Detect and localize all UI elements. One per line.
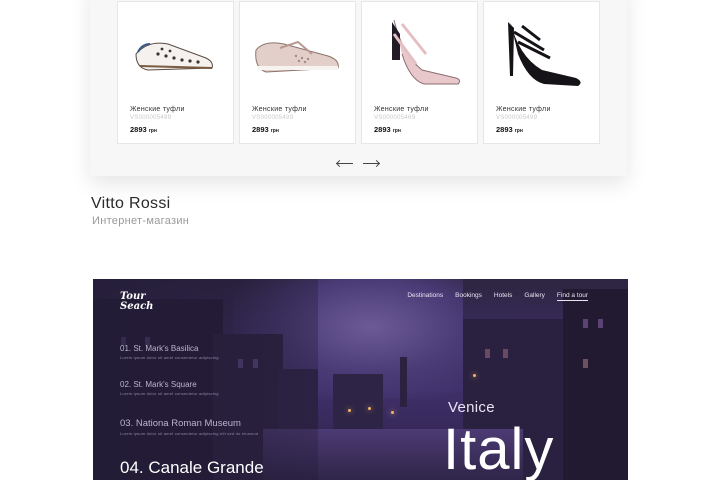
sight-item[interactable]: 03. Nationa Roman Museum Lorem ipsum dol… [120,418,258,436]
product-name: Женские туфли [496,106,551,113]
street-lamp [348,409,351,412]
top-nav: Destinations Bookings Hotels Gallery Fin… [407,292,588,301]
sight-label: 02. St. Mark's Square [120,380,197,389]
sight-desc: Lorem ipsum dolor sit amet consectetur a… [120,391,219,396]
tour-search-logo[interactable]: Tour Seach [120,292,153,312]
shop-preview-panel: Женские туфли VS000005499 2893 грн Женски… [90,0,627,176]
product-card[interactable]: Женские туфли VS000005499 2893 грн [483,1,600,144]
arrow-left-icon[interactable] [337,159,353,167]
product-card[interactable]: Женские туфли VS000005499 2893 грн [117,1,234,144]
heel-shoe-black-icon [508,20,581,86]
sight-label: 01. St. Mark's Basilica [120,344,199,353]
sight-desc: Lorem ipsum dolor sit amet consectetur a… [120,431,259,436]
window [583,359,588,368]
country-name: Italy [443,417,555,480]
flat-shoe-white-icon [135,42,213,71]
bell-tower [400,357,407,407]
logo-line2: Seach [120,301,154,312]
window [503,349,508,358]
street-lamp [473,374,476,377]
sight-item[interactable]: 02. St. Mark's Square Lorem ipsum dolor … [120,380,219,396]
carousel-arrows [337,159,379,167]
nav-hotels[interactable]: Hotels [494,292,512,301]
window [598,319,603,328]
product-sku: VS000005499 [496,115,538,121]
product-card[interactable]: Женские туфли VS000005469 2893 грн [361,1,478,144]
product-name: Женские туфли [252,106,307,113]
project-subtitle: Интернет-магазин [92,215,190,227]
sight-item-active[interactable]: 04. Canale Grande [120,458,264,478]
street-lamp [368,407,371,410]
arrow-right-icon[interactable] [363,159,379,167]
product-price: 2893 грн [130,125,157,134]
window [583,319,588,328]
sight-label: 04. Canale Grande [120,458,264,477]
project-title: Vitto Rossi [91,195,171,212]
product-price: 2893 грн [252,125,279,134]
flat-shoe-pink-icon [255,40,339,73]
product-sku: VS000005469 [374,115,416,121]
product-carousel: Женские туфли VS000005499 2893 грн Женски… [117,1,600,144]
sight-label: 03. Nationa Roman Museum [120,418,241,429]
building [563,289,628,480]
city-name: Venice [448,399,495,416]
nav-find-a-tour[interactable]: Find a tour [556,292,588,301]
product-sku: VS000005499 [130,115,172,121]
sight-item[interactable]: 01. St. Mark's Basilica Lorem ipsum dolo… [120,344,219,360]
window [485,349,490,358]
product-price: 2893 грн [496,125,523,134]
product-card[interactable]: Женские туфли VS000005499 2893 грн [239,1,356,144]
product-name: Женские туфли [374,106,429,113]
nav-destinations[interactable]: Destinations [407,292,443,301]
heel-shoe-pink-icon [392,19,461,85]
product-name: Женские туфли [130,106,185,113]
product-price: 2893 грн [374,125,401,134]
nav-gallery[interactable]: Gallery [524,292,545,301]
tour-hero-image: Tour Seach Destinations Bookings Hotels … [93,279,628,480]
product-sku: VS000005499 [252,115,294,121]
nav-bookings[interactable]: Bookings [455,292,482,301]
sight-desc: Lorem ipsum dolor sit amet consectetur a… [120,355,219,360]
street-lamp [391,411,394,414]
